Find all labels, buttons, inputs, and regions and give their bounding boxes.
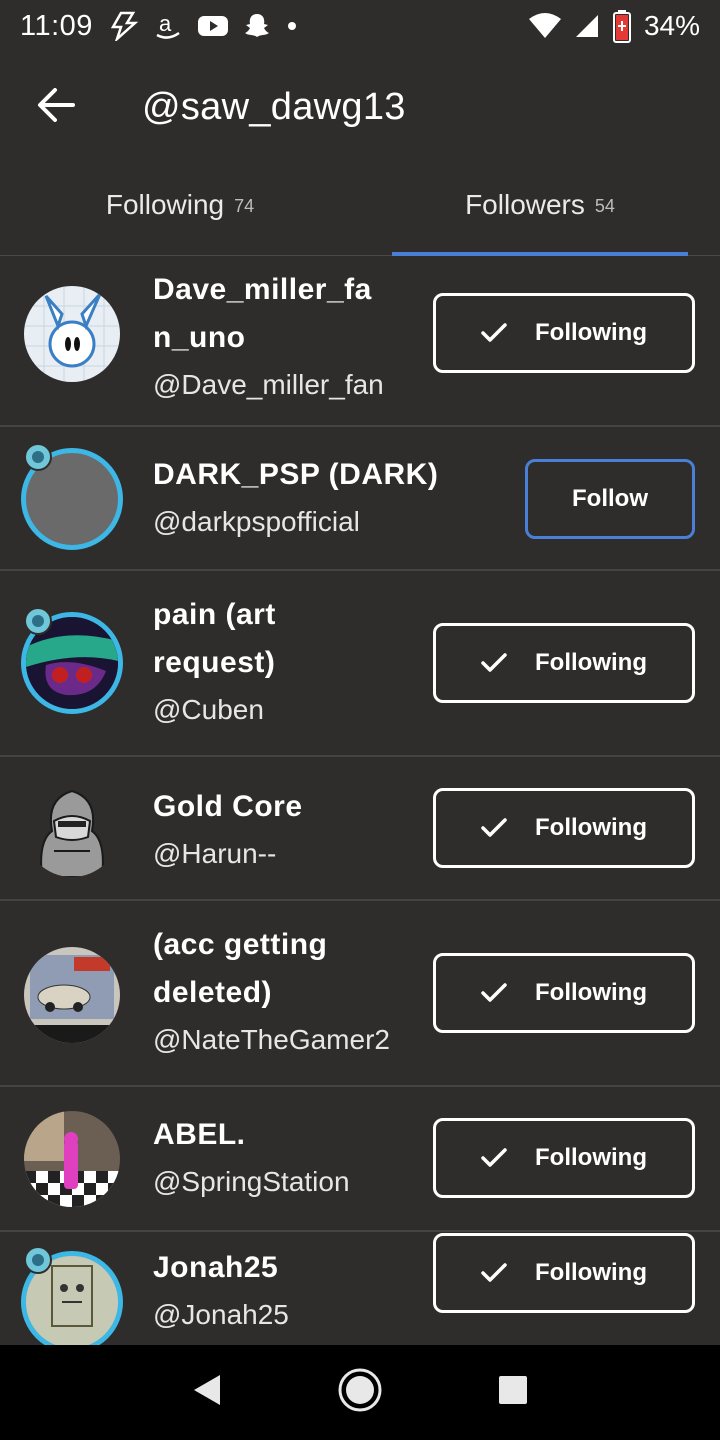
nav-back-button[interactable] bbox=[177, 1363, 237, 1423]
user-name-continued: deleted) bbox=[153, 976, 273, 1009]
user-handle: @Dave_miller_fan bbox=[153, 369, 384, 400]
user-info: Jonah25 @Jonah25 bbox=[153, 1244, 408, 1338]
following-button-label: Following bbox=[535, 1259, 647, 1286]
signal-icon bbox=[574, 13, 600, 39]
recents-square-icon bbox=[497, 1374, 529, 1411]
user-handle: @darkpspofficial bbox=[153, 506, 360, 537]
user-name: (acc getting bbox=[153, 928, 328, 961]
list-item[interactable]: Jonah25 @Jonah25 Following bbox=[0, 1232, 720, 1345]
avatar-badge-icon bbox=[24, 443, 52, 471]
user-info: ABEL. @SpringStation bbox=[153, 1111, 408, 1205]
battery-icon bbox=[612, 9, 632, 43]
nav-home-button[interactable] bbox=[330, 1363, 390, 1423]
user-name-continued: n_uno bbox=[153, 321, 246, 354]
user-name: ABEL. bbox=[153, 1118, 246, 1151]
arrow-left-icon bbox=[37, 87, 75, 127]
list-item[interactable]: pain (art request) @Cuben Following bbox=[0, 571, 720, 757]
status-time: 11:09 bbox=[20, 9, 93, 42]
check-icon bbox=[481, 983, 507, 1003]
tab-followers-label: Followers bbox=[465, 188, 585, 220]
avatar[interactable] bbox=[22, 284, 122, 384]
back-button[interactable] bbox=[20, 71, 92, 143]
avatar-image bbox=[24, 286, 120, 382]
user-handle: @Jonah25 bbox=[153, 1299, 289, 1330]
user-name: Jonah25 bbox=[153, 1251, 279, 1284]
tab-following-count: 74 bbox=[234, 196, 255, 216]
check-icon bbox=[481, 818, 507, 838]
user-name-continued: request) bbox=[153, 646, 276, 679]
user-name: Gold Core bbox=[153, 790, 303, 823]
lightning-icon bbox=[107, 11, 139, 41]
user-handle: @Cuben bbox=[153, 694, 264, 725]
status-bar: 11:09 a 34% bbox=[0, 0, 720, 52]
list-item[interactable]: Gold Core @Harun-- Following bbox=[0, 757, 720, 901]
dot-icon bbox=[285, 19, 299, 33]
following-button[interactable]: Following bbox=[433, 953, 695, 1033]
user-info: (acc getting deleted) @NateTheGamer2 bbox=[153, 921, 408, 1063]
user-info: Dave_miller_fa n_uno @Dave_miller_fan bbox=[153, 266, 408, 408]
follow-button[interactable]: Follow bbox=[525, 459, 695, 539]
wifi-icon bbox=[528, 12, 562, 40]
svg-text:a: a bbox=[159, 11, 172, 36]
follow-button-label: Follow bbox=[572, 485, 648, 512]
avatar[interactable] bbox=[21, 607, 123, 714]
following-button-label: Following bbox=[535, 649, 647, 676]
avatar[interactable] bbox=[21, 1246, 123, 1345]
avatar-image bbox=[24, 1111, 120, 1207]
following-button[interactable]: Following bbox=[433, 788, 695, 868]
youtube-icon bbox=[197, 14, 229, 38]
following-button[interactable]: Following bbox=[433, 1233, 695, 1313]
user-name: pain (art bbox=[153, 598, 276, 631]
amazon-icon: a bbox=[153, 11, 183, 41]
page-title: @saw_dawg13 bbox=[142, 85, 406, 128]
nav-recents-button[interactable] bbox=[483, 1363, 543, 1423]
check-icon bbox=[481, 1263, 507, 1283]
tab-bar: Following 74 Followers 54 bbox=[0, 162, 720, 256]
followers-list: Dave_miller_fa n_uno @Dave_miller_fan Fo… bbox=[0, 256, 720, 1345]
user-info: DARK_PSP (DARK) @darkpspofficial bbox=[153, 451, 439, 545]
header: @saw_dawg13 bbox=[0, 52, 720, 162]
battery-percentage: 34% bbox=[643, 10, 700, 41]
following-button-label: Following bbox=[535, 1144, 647, 1171]
user-handle: @NateTheGamer2 bbox=[153, 1024, 390, 1055]
user-name: Dave_miller_fa bbox=[153, 273, 372, 306]
system-nav-bar bbox=[0, 1345, 720, 1440]
tab-followers-count: 54 bbox=[594, 196, 615, 216]
tab-followers[interactable]: Followers 54 bbox=[360, 162, 720, 256]
check-icon bbox=[481, 653, 507, 673]
following-button-label: Following bbox=[535, 814, 647, 841]
list-item[interactable]: ABEL. @SpringStation Following bbox=[0, 1087, 720, 1232]
list-item[interactable]: Dave_miller_fa n_uno @Dave_miller_fan Fo… bbox=[0, 256, 720, 427]
home-circle-icon bbox=[337, 1367, 383, 1418]
user-name: DARK_PSP (DARK) bbox=[153, 458, 439, 491]
avatar[interactable] bbox=[22, 1109, 122, 1209]
check-icon bbox=[481, 1148, 507, 1168]
following-button-label: Following bbox=[535, 979, 647, 1006]
snapchat-icon bbox=[243, 12, 271, 40]
following-button-label: Following bbox=[535, 319, 647, 346]
back-triangle-icon bbox=[192, 1373, 222, 1412]
avatar[interactable] bbox=[21, 443, 123, 550]
user-info: pain (art request) @Cuben bbox=[153, 591, 408, 733]
following-button[interactable]: Following bbox=[433, 1118, 695, 1198]
list-item[interactable]: (acc getting deleted) @NateTheGamer2 Fol… bbox=[0, 901, 720, 1087]
user-handle: @SpringStation bbox=[153, 1166, 350, 1197]
tab-following-label: Following bbox=[105, 188, 225, 220]
following-button[interactable]: Following bbox=[433, 293, 695, 373]
avatar-image bbox=[24, 781, 120, 877]
list-item[interactable]: DARK_PSP (DARK) @darkpspofficial Follow bbox=[0, 427, 720, 571]
avatar-badge-icon bbox=[24, 1246, 52, 1274]
user-handle: @Harun-- bbox=[153, 838, 277, 869]
avatar[interactable] bbox=[22, 945, 122, 1045]
check-icon bbox=[481, 323, 507, 343]
tab-following[interactable]: Following 74 bbox=[0, 162, 360, 255]
following-button[interactable]: Following bbox=[433, 623, 695, 703]
user-info: Gold Core @Harun-- bbox=[153, 783, 408, 877]
avatar-image bbox=[24, 947, 120, 1043]
avatar[interactable] bbox=[22, 779, 122, 879]
avatar-badge-icon bbox=[24, 607, 52, 635]
